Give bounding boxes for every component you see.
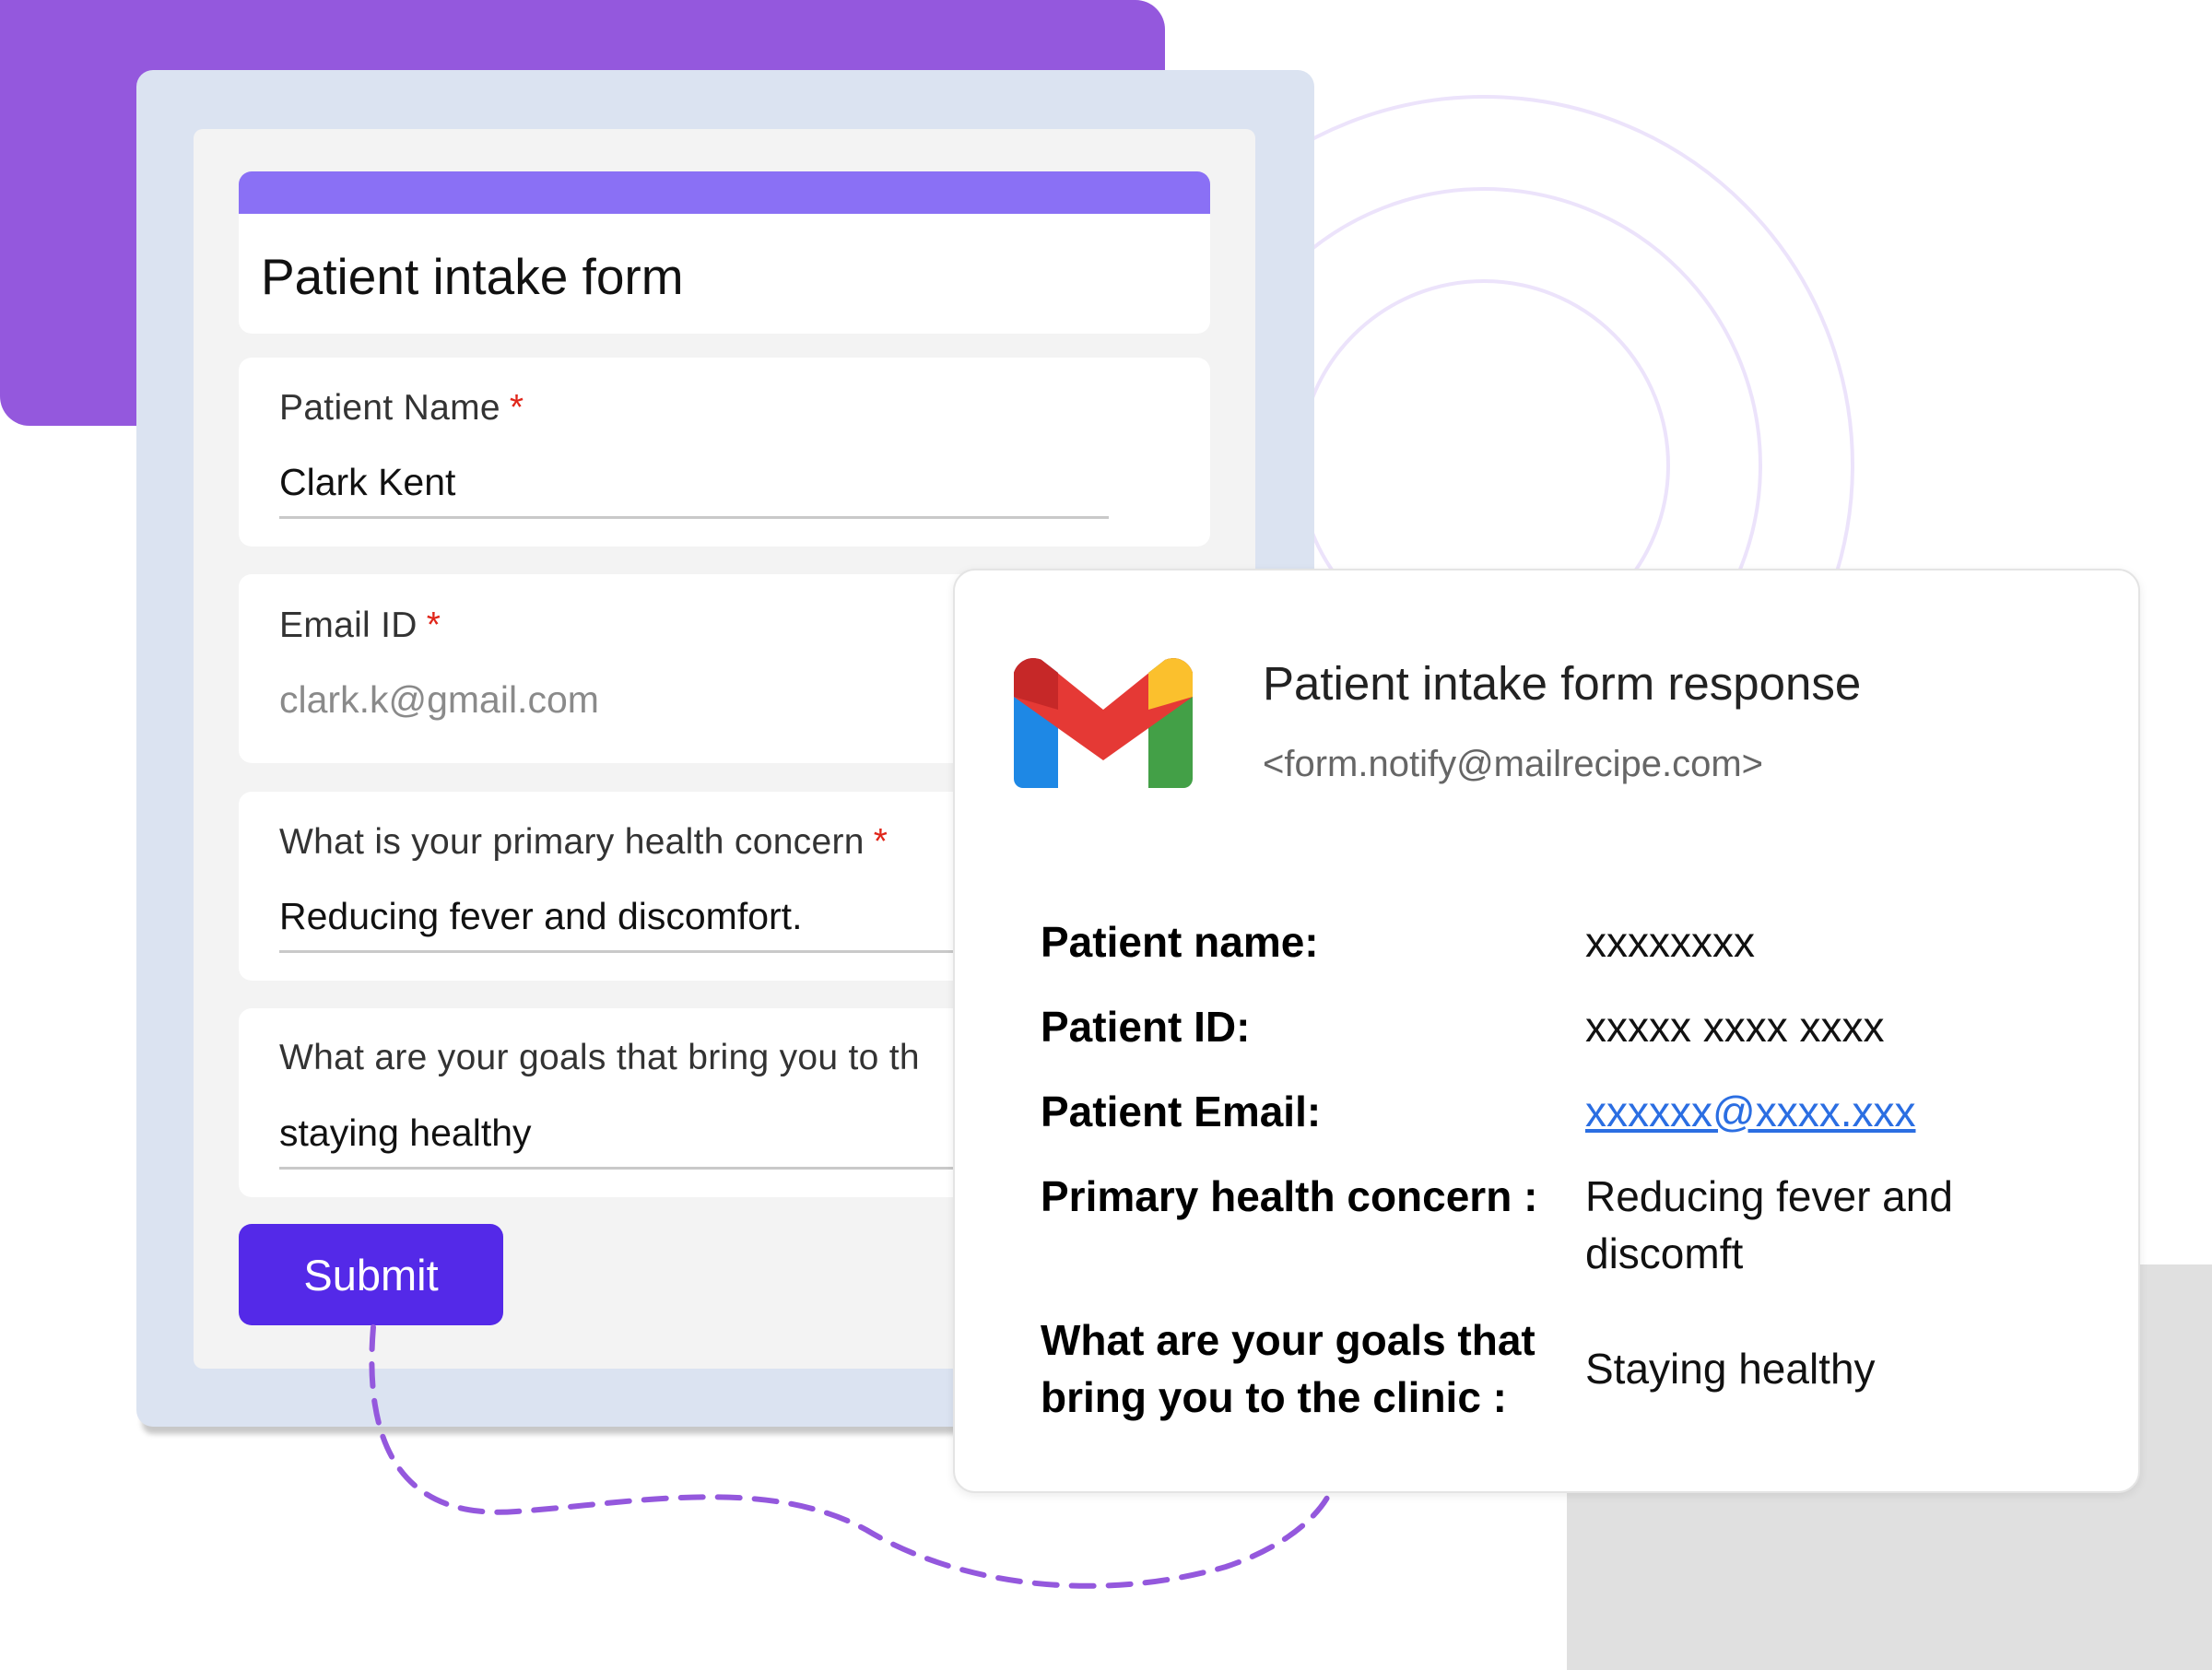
form-header-accent-bar [239,171,1210,214]
health-concern-label: What is your primary health concern * [279,822,888,862]
gmail-icon [1014,658,1193,788]
patient-email-label: Patient Email: [1041,1088,1322,1135]
form-title: Patient intake form [261,248,684,305]
health-concern-value-line-1: Reducing fever and [1585,1172,1953,1220]
required-asterisk: * [426,606,441,645]
email-label: Email ID * [279,606,441,645]
health-concern-value-line-2: discomft [1585,1229,1744,1277]
form-header-card: Patient intake form [239,171,1210,334]
patient-id-value: xxxxx xxxx xxxx [1585,1003,1885,1051]
health-concern-value: Reducing fever and discomft [1585,1168,1953,1282]
email-input[interactable]: clark.k@gmail.com [279,678,599,722]
email-subject: Patient intake form response [1263,657,1862,710]
required-asterisk: * [873,822,888,862]
goals-label: What are your goals that bring you to th [279,1038,920,1077]
goals-label-line-1: What are your goals that [1041,1316,1535,1364]
patient-id-label: Patient ID: [1041,1003,1251,1051]
health-concern-input[interactable]: Reducing fever and discomfort. [279,895,802,938]
patient-name-label: Patient Name * [279,388,524,428]
patient-name-label: Patient name: [1041,918,1319,966]
goals-value: Staying healthy [1585,1345,1876,1393]
email-sender: <form.notify@mailrecipe.com> [1263,744,1764,784]
goals-input[interactable]: staying healthy [279,1111,532,1155]
patient-name-value: xxxxxxxx [1585,918,1755,966]
patient-email-link[interactable]: xxxxxx@xxxx.xxx [1585,1083,1915,1140]
patient-name-input[interactable]: Clark Kent [279,461,455,504]
required-asterisk: * [509,388,524,428]
goals-label: What are your goals that bring you to th… [1041,1311,1535,1426]
health-concern-label: Primary health concern : [1041,1172,1538,1220]
patient-name-question: Patient Name * Clark Kent [239,358,1210,547]
goals-label-line-2: bring you to the clinic : [1041,1373,1507,1421]
submit-button[interactable]: Submit [239,1224,503,1325]
patient-name-underline [279,516,1109,519]
